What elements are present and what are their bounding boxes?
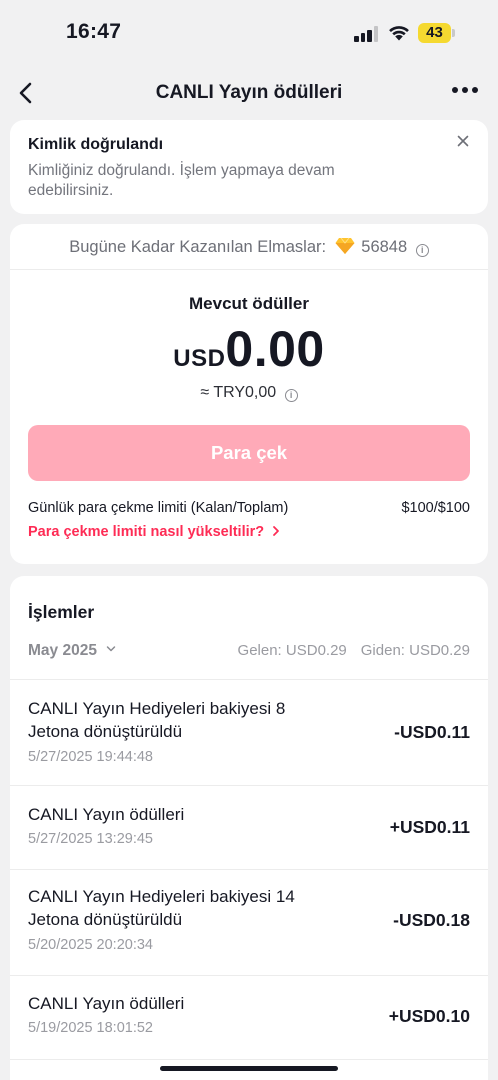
chevron-right-icon	[273, 526, 280, 536]
limit-link-label: Para çekme limiti nasıl yükseltilir?	[28, 524, 265, 540]
transaction-date: 5/27/2025 19:44:48	[28, 749, 153, 765]
amount-value: 0.00	[225, 321, 325, 377]
transaction-description: CANLI Yayın ödülleri	[28, 994, 185, 1013]
month-label: May 2025	[28, 642, 97, 659]
transactions-card: İşlemler May 2025 Gelen: USD0.29 Giden: U…	[10, 576, 488, 1080]
transaction-date: 5/27/2025 13:29:45	[28, 831, 153, 847]
info-icon[interactable]: i	[415, 244, 429, 257]
close-icon[interactable]	[456, 134, 470, 148]
page-title: CANLI Yayın ödülleri	[155, 82, 343, 103]
transaction-description: CANLI Yayın Hediyeleri bakiyesi 8 Jetona…	[28, 699, 286, 741]
amount-currency: USD	[173, 345, 226, 372]
verification-title: Kimlik doğrulandı	[28, 136, 164, 153]
earnings-card: Bugüne Kadar Kazanılan Elmaslar: 56848 i…	[10, 224, 488, 564]
withdraw-button[interactable]: Para çek	[28, 425, 470, 481]
more-icon[interactable]	[452, 86, 478, 96]
nav-bar: CANLI Yayın ödülleri	[0, 66, 498, 122]
verification-text: Kimliğiniz doğrulandı. İşlem yapmaya dev…	[28, 162, 335, 199]
transaction-row[interactable]: CANLI Yayın ödülleri 5/27/2025 13:29:45 …	[10, 785, 488, 869]
month-selector[interactable]: May 2025	[28, 642, 116, 660]
chevron-down-icon	[107, 646, 116, 652]
limit-label: Günlük para çekme limiti (Kalan/Toplam)	[28, 500, 289, 516]
transaction-amount: +USD0.11	[389, 817, 470, 837]
transaction-date: 5/19/2025 18:01:52	[28, 1020, 153, 1036]
approx-value: ≈ TRY0,00	[200, 384, 277, 401]
transaction-amount: +USD0.10	[388, 1006, 470, 1026]
diamond-icon	[335, 237, 355, 254]
available-amount: USD0.00	[10, 320, 488, 378]
incoming-total: Gelen: USD0.29	[237, 642, 347, 659]
transaction-amount: -USD0.11	[394, 722, 470, 742]
transaction-amount: -USD0.18	[393, 910, 470, 930]
available-label: Mevcut ödüller	[189, 294, 309, 313]
outgoing-total: Giden: USD0.29	[360, 642, 470, 659]
battery-icon: 43	[418, 23, 455, 43]
verification-banner: Kimlik doğrulandı Kimliğiniz doğrulandı.…	[10, 120, 488, 214]
divider	[10, 269, 488, 270]
transaction-description: CANLI Yayın Hediyeleri bakiyesi 14 Jeton…	[28, 887, 295, 929]
transaction-description: CANLI Yayın ödülleri	[28, 805, 185, 824]
signal-icon	[354, 26, 378, 42]
transactions-title: İşlemler	[28, 602, 95, 622]
limit-upgrade-link[interactable]: Para çekme limiti nasıl yükseltilir?	[28, 524, 281, 540]
divider	[10, 1059, 488, 1060]
diamonds-label: Bugüne Kadar Kazanılan Elmaslar:	[69, 238, 327, 256]
transaction-date: 5/20/2025 20:20:34	[28, 937, 153, 953]
month-totals: Gelen: USD0.29 Giden: USD0.29	[238, 642, 470, 659]
limit-value: $100/$100	[401, 500, 470, 516]
diamonds-summary: Bugüne Kadar Kazanılan Elmaslar: 56848 i	[10, 234, 488, 260]
diamonds-value: 56848	[361, 238, 408, 256]
status-time: 16:47	[66, 20, 122, 43]
home-indicator[interactable]	[160, 1066, 338, 1071]
transaction-row[interactable]: CANLI Yayın ödülleri 5/19/2025 18:01:52 …	[10, 975, 488, 1059]
status-bar: 16:47 43	[0, 0, 498, 66]
transaction-row[interactable]: CANLI Yayın Hediyeleri bakiyesi 8 Jetona…	[10, 679, 488, 785]
wifi-icon	[389, 26, 409, 41]
approx-amount: ≈ TRY0,00 i	[10, 384, 488, 402]
info-icon[interactable]: i	[284, 389, 298, 402]
transaction-row[interactable]: CANLI Yayın Hediyeleri bakiyesi 14 Jeton…	[10, 869, 488, 975]
battery-level: 43	[418, 23, 451, 43]
